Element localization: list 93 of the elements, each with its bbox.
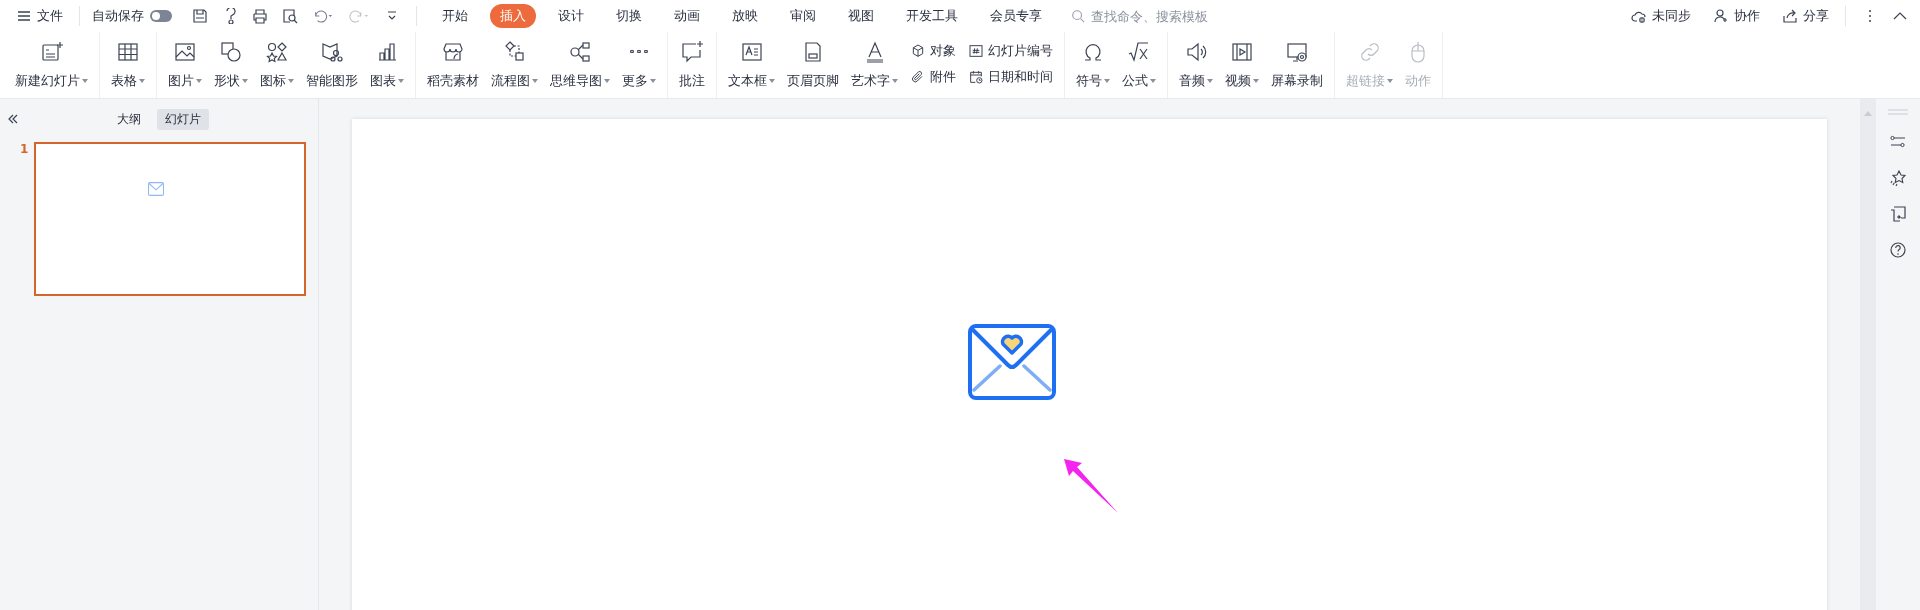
file-menu[interactable]: 文件 (12, 5, 67, 27)
add-user-icon (1713, 8, 1729, 24)
comment-button[interactable]: 批注 (674, 36, 710, 92)
ribbon-tab[interactable]: 视图 (838, 4, 884, 28)
autosave-toggle[interactable] (150, 10, 172, 22)
caret-icon (1387, 79, 1393, 83)
star-icon[interactable] (1889, 169, 1907, 187)
smart-graphic-button[interactable]: 智能图形 (301, 36, 363, 92)
shapes-button[interactable]: 形状 (209, 36, 253, 92)
print-preview-icon[interactable] (282, 8, 298, 24)
caret-icon (650, 79, 656, 83)
caret-icon (769, 79, 775, 83)
table-button[interactable]: 表格 (106, 36, 150, 92)
collapse-panel-icon[interactable] (6, 112, 20, 126)
caret-icon (196, 79, 202, 83)
mind-map-icon (568, 40, 592, 64)
text-box-button[interactable]: 文本框 (723, 36, 780, 92)
slide-number: 1 (20, 142, 26, 158)
print-icon[interactable] (252, 8, 268, 24)
share-button[interactable]: 分享 (1778, 5, 1833, 27)
icons-icon (265, 40, 289, 64)
autosave-label: 自动保存 (92, 7, 144, 25)
speaker-button[interactable]: 音频 (1174, 36, 1218, 92)
formula-button[interactable]: 公式 (1117, 36, 1161, 92)
caret-icon (532, 79, 538, 83)
letter-a-button[interactable]: 艺术字 (846, 36, 903, 92)
sync-status-button[interactable]: 未同步 (1627, 5, 1695, 27)
hash-icon (968, 43, 984, 59)
flowchart-button[interactable]: 流程图 (486, 36, 543, 92)
caret-icon (1207, 79, 1213, 83)
share-icon (1782, 8, 1798, 24)
speaker-icon (1184, 40, 1208, 64)
shop-button[interactable]: 稻壳素材 (422, 36, 484, 92)
caret-icon (82, 79, 88, 83)
heart-envelope-icon (967, 323, 1057, 401)
shapes-icon (219, 40, 243, 64)
collaborate-button[interactable]: 协作 (1709, 5, 1764, 27)
omega-button[interactable]: 符号 (1071, 36, 1115, 92)
search-icon (1071, 9, 1085, 23)
caret-icon (604, 79, 610, 83)
comment-icon (680, 40, 704, 64)
ribbon-tab[interactable]: 设计 (548, 4, 594, 28)
caret-icon (1104, 79, 1110, 83)
more-icon (630, 50, 648, 53)
menu-icon (16, 8, 32, 24)
image-button[interactable]: 图片 (163, 36, 207, 92)
icons-button[interactable]: 图标 (255, 36, 299, 92)
ribbon-tab[interactable]: 会员专享 (980, 4, 1052, 28)
caret-icon (242, 79, 248, 83)
caret-icon (1150, 79, 1156, 83)
bar-chart-button[interactable]: 图表 (365, 36, 409, 92)
page-button[interactable]: 页眉页脚 (782, 36, 844, 92)
table-icon (116, 40, 140, 64)
ribbon-tab[interactable]: 开发工具 (896, 4, 968, 28)
hash-button[interactable]: 幻灯片编号 (966, 41, 1055, 61)
slide-thumbnail[interactable] (34, 142, 306, 296)
video-button[interactable]: 视频 (1220, 36, 1264, 92)
save-icon[interactable] (192, 8, 208, 24)
caret-icon (288, 79, 294, 83)
new-slide-icon (39, 40, 64, 64)
cube-icon (910, 43, 926, 59)
caret-icon (139, 79, 145, 83)
screen-record-button[interactable]: 屏幕录制 (1266, 36, 1328, 92)
panel-tab[interactable]: 幻灯片 (157, 108, 209, 130)
caret-icon (892, 79, 898, 83)
new-slide-button[interactable]: 新建幻灯片 (10, 36, 93, 92)
screen-record-icon (1285, 40, 1309, 64)
caret-icon (398, 79, 404, 83)
arrow-annotation (1063, 458, 1119, 514)
caret-icon (1253, 79, 1259, 83)
undo-icon[interactable] (312, 8, 334, 24)
smart-graphic-icon (320, 40, 344, 64)
search-field[interactable]: 查找命令、搜索模板 (1071, 7, 1241, 25)
calendar-button[interactable]: 日期和时间 (966, 67, 1055, 87)
paperclip-button[interactable]: 附件 (908, 67, 958, 87)
ribbon-tab[interactable]: 放映 (722, 4, 768, 28)
cube-button[interactable]: 对象 (908, 41, 958, 61)
video-icon (1230, 40, 1254, 64)
calendar-icon (968, 69, 984, 85)
more-button[interactable]: 更多 (617, 36, 661, 92)
ribbon-tab[interactable]: 切换 (606, 4, 652, 28)
image-icon (173, 40, 197, 64)
ribbon-tab[interactable]: 审阅 (780, 4, 826, 28)
ribbon-tab[interactable]: 开始 (432, 4, 478, 28)
text-box-icon (739, 40, 764, 64)
panel-tab[interactable]: 大纲 (109, 108, 149, 130)
shop-icon (441, 40, 465, 64)
help-icon[interactable] (1889, 241, 1907, 259)
ribbon-tab[interactable]: 动画 (664, 4, 710, 28)
formula-icon (1127, 40, 1151, 64)
mind-map-button[interactable]: 思维导图 (545, 36, 615, 92)
screen-switch-icon[interactable] (1889, 205, 1907, 223)
envelope-icon (148, 182, 164, 196)
